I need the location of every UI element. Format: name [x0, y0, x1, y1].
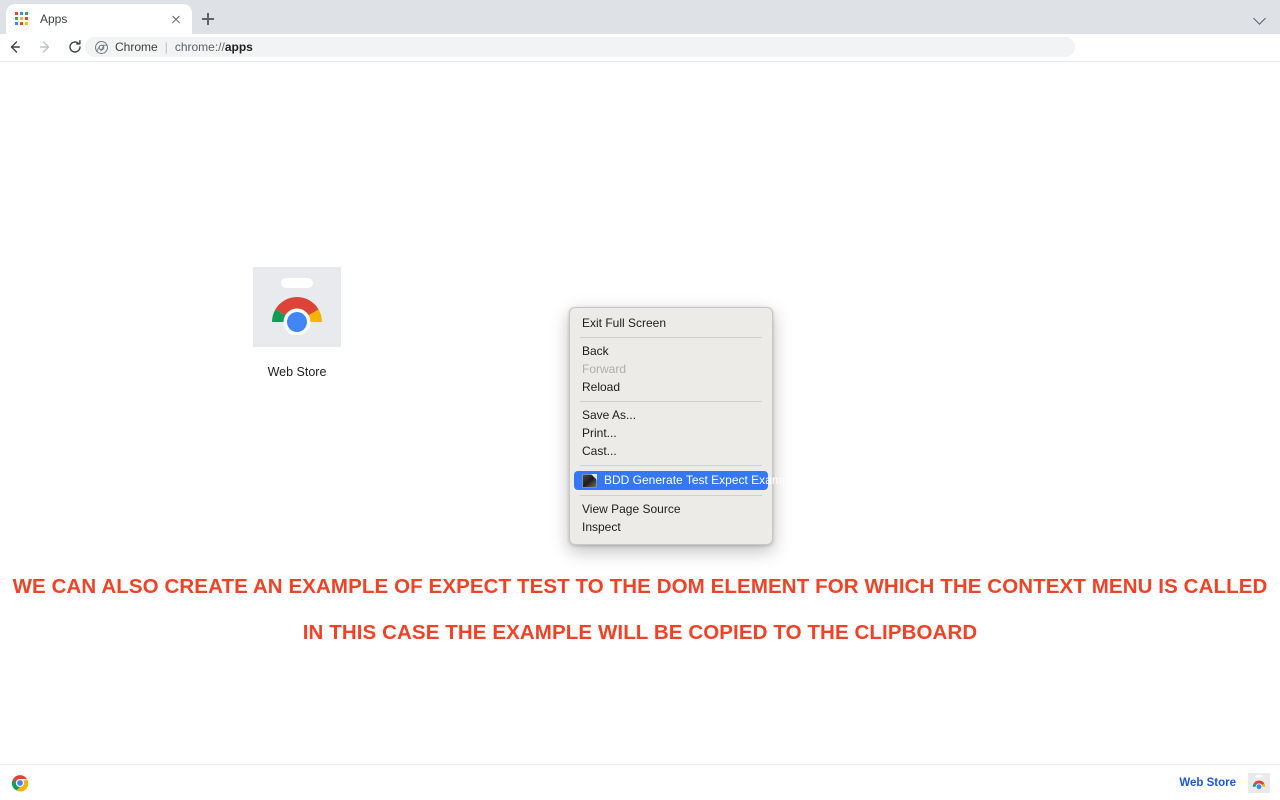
context-menu-item-exit-full-screen[interactable]: Exit Full Screen [570, 315, 772, 332]
footer-web-store-link[interactable]: Web Store [1179, 777, 1236, 789]
context-menu-item-save-as[interactable]: Save As... [570, 407, 772, 424]
chrome-web-store-bag-icon[interactable] [1248, 773, 1270, 793]
message-line-2: IN THIS CASE THE EXAMPLE WILL BE COPIED … [302, 621, 978, 644]
omnibox-site-label: Chrome [115, 40, 158, 54]
tab-strip: Apps [0, 0, 1280, 34]
context-menu-item-reload[interactable]: Reload [570, 379, 772, 396]
tab-apps[interactable]: Apps [6, 4, 192, 34]
chrome-web-store-bag-icon [253, 267, 341, 347]
footer-right-group: Web Store [1179, 773, 1270, 793]
page-footer: Web Store [0, 764, 1280, 800]
app-tile-label: Web Store [267, 365, 327, 379]
omnibox-url-prefix: chrome:// [174, 40, 225, 54]
omnibox-separator: | [164, 40, 168, 54]
context-menu-separator [580, 401, 762, 402]
arrow-right-icon [40, 41, 50, 53]
address-bar[interactable]: Chrome | chrome://apps [85, 37, 1075, 57]
context-menu-item-print[interactable]: Print... [570, 425, 772, 442]
context-menu-separator [580, 495, 762, 496]
context-menu-item-forward: Forward [582, 362, 627, 376]
omnibox-url: chrome://apps [175, 40, 253, 54]
toolbar-divider [0, 61, 1280, 62]
omnibox-url-bold: apps [224, 40, 253, 54]
back-button[interactable] [0, 34, 30, 60]
context-menu-separator [580, 337, 762, 338]
context-menu-item-inspect[interactable]: Inspect [570, 519, 772, 536]
reload-icon [69, 40, 81, 53]
context-menu-item-cast[interactable]: Cast... [570, 443, 772, 460]
context-menu-item-back[interactable]: Back [570, 343, 772, 360]
context-menu-item-bdd-generate-test-expect-example[interactable]: BDD Generate Test Expect Example [574, 471, 798, 490]
context-menu[interactable]: Exit Full Screen Back Forward Reload Sav… [569, 307, 798, 545]
context-menu-item-label: BDD Generate Test Expect Example [604, 473, 798, 487]
apps-grid-icon [15, 12, 28, 25]
app-tile-web-store[interactable]: Web Store [246, 267, 348, 379]
chrome-logo-icon[interactable] [10, 773, 30, 793]
arrow-left-icon [10, 41, 20, 53]
forward-button[interactable] [30, 34, 60, 60]
context-menu-item-view-page-source[interactable]: View Page Source [570, 501, 772, 518]
chrome-logo-icon [95, 40, 108, 54]
close-icon[interactable] [168, 11, 184, 27]
new-tab-button[interactable] [196, 7, 220, 31]
message-line-1: WE CAN ALSO CREATE AN EXAMPLE OF EXPECT … [12, 575, 1268, 598]
bdd-extension-icon [582, 473, 597, 488]
browser-window: Apps Chrome | chrome://apps Web Store WE… [0, 0, 1280, 800]
browser-toolbar: Chrome | chrome://apps OFF [0, 34, 1280, 91]
chevron-down-icon[interactable] [1250, 9, 1272, 27]
context-menu-separator [580, 465, 762, 466]
tab-title: Apps [40, 12, 68, 26]
